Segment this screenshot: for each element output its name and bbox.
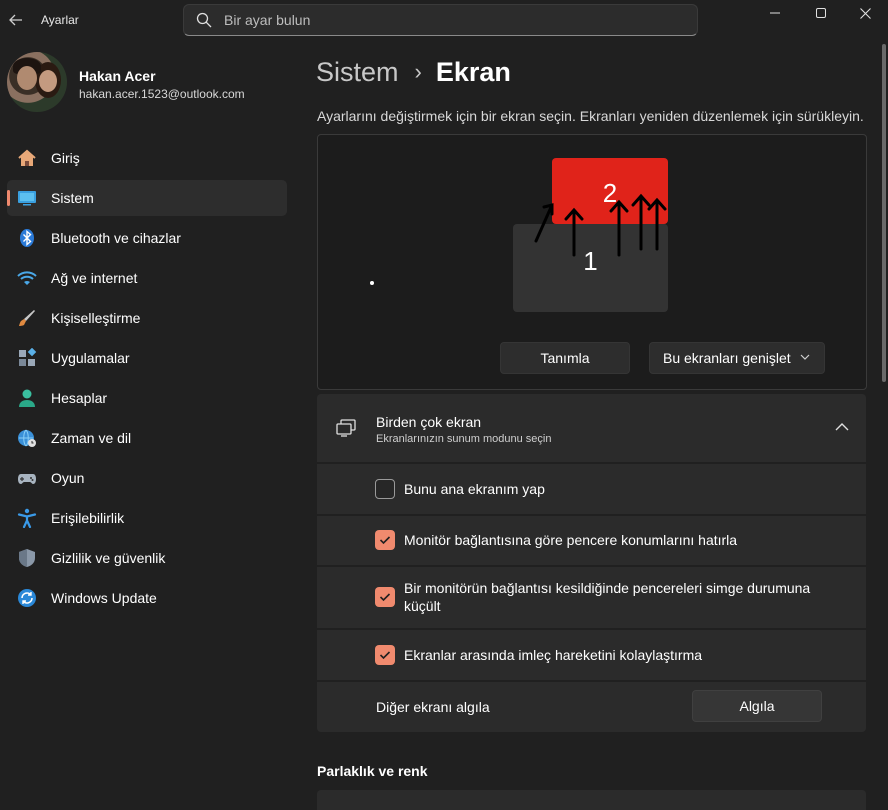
option-label: Bir monitörün bağlantısı kesildiğinde pe… xyxy=(404,580,811,614)
checkbox-main-display[interactable] xyxy=(375,479,395,499)
stray-dot xyxy=(370,281,374,285)
accessibility-icon xyxy=(17,508,37,528)
breadcrumb-separator: › xyxy=(414,59,422,84)
sidebar-item-label: Zaman ve dil xyxy=(51,430,132,446)
close-button[interactable] xyxy=(842,0,888,26)
search-input[interactable] xyxy=(224,9,684,31)
option-main-display: Bunu ana ekranım yap xyxy=(317,464,866,514)
option-label: Monitör bağlantısına göre pencere konuml… xyxy=(404,532,738,548)
multiple-displays-subtitle: Ekranlarınızın sunum modunu seçin xyxy=(376,433,552,445)
globe-clock-icon xyxy=(17,428,37,448)
back-arrow-icon xyxy=(9,14,22,26)
breadcrumb: Sistem › Ekran xyxy=(316,54,511,90)
minimize-icon xyxy=(770,12,780,14)
display-instruction: Ayarlarını değiştirmek için bir ekran se… xyxy=(317,108,864,124)
breadcrumb-parent[interactable]: Sistem xyxy=(316,57,399,88)
search-icon xyxy=(196,12,212,28)
checkmark-icon xyxy=(379,593,391,602)
brightness-color-section-title: Parlaklık ve renk xyxy=(317,763,428,779)
sidebar-item-label: Bluetooth ve cihazlar xyxy=(51,230,181,246)
checkmark-icon xyxy=(379,536,391,545)
sidebar-item-system[interactable]: Sistem xyxy=(7,180,287,216)
home-icon xyxy=(17,148,37,168)
update-icon xyxy=(17,588,37,608)
display-arrangement-panel: 1 2 Tanımla Bu ekranları genişlet xyxy=(317,134,867,390)
sidebar-item-accounts[interactable]: Hesaplar xyxy=(7,380,287,416)
search-box[interactable] xyxy=(183,4,698,36)
multiple-displays-card: Birden çok ekran Ekranlarınızın sunum mo… xyxy=(317,394,866,732)
detect-other-display-label: Diğer ekranı algıla xyxy=(376,699,490,715)
sidebar-item-label: Uygulamalar xyxy=(51,350,130,366)
sidebar-item-label: Giriş xyxy=(51,150,80,166)
option-minimize-on-disconnect: Bir monitörün bağlantısı kesildiğinde pe… xyxy=(317,567,866,628)
sidebar-item-gaming[interactable]: Oyun xyxy=(7,460,287,496)
app-title: Ayarlar xyxy=(41,13,79,27)
sidebar-item-label: Hesaplar xyxy=(51,390,108,406)
multiple-displays-icon xyxy=(336,419,356,437)
sidebar-item-privacy-security[interactable]: Gizlilik ve güvenlik xyxy=(7,540,287,576)
person-icon xyxy=(17,388,37,408)
identify-button[interactable]: Tanımla xyxy=(500,342,630,374)
minimize-button[interactable] xyxy=(752,0,798,26)
display-mode-dropdown[interactable]: Bu ekranları genişlet xyxy=(649,342,825,374)
option-label: Ekranlar arasında imleç hareketini kolay… xyxy=(404,647,703,663)
chevron-up-icon[interactable] xyxy=(834,420,850,434)
sidebar-item-network[interactable]: Ağ ve internet xyxy=(7,260,287,296)
system-display-icon xyxy=(17,188,37,208)
sidebar-item-bluetooth[interactable]: Bluetooth ve cihazlar xyxy=(7,220,287,256)
sidebar-item-windows-update[interactable]: Windows Update xyxy=(7,580,287,616)
multiple-displays-header[interactable]: Birden çok ekran Ekranlarınızın sunum mo… xyxy=(317,394,866,462)
maximize-button[interactable] xyxy=(798,0,844,26)
page-title: Ekran xyxy=(435,56,511,87)
chevron-down-icon xyxy=(800,354,810,360)
close-icon xyxy=(859,7,871,19)
option-label: Bunu ana ekranım yap xyxy=(404,481,545,497)
sidebar-item-label: Kişiselleştirme xyxy=(51,310,141,326)
sidebar-item-label: Erişilebilirlik xyxy=(51,510,125,526)
sidebar-item-label: Windows Update xyxy=(51,590,157,606)
sidebar-item-time-language[interactable]: Zaman ve dil xyxy=(7,420,287,456)
apps-icon xyxy=(17,348,37,368)
sidebar-item-label: Ağ ve internet xyxy=(51,270,138,286)
avatar xyxy=(7,52,67,112)
multiple-displays-title: Birden çok ekran xyxy=(376,414,482,430)
checkmark-icon xyxy=(379,651,391,660)
sidebar-item-home[interactable]: Giriş xyxy=(7,140,287,176)
profile-name: Hakan Acer xyxy=(79,68,156,84)
scrollbar[interactable] xyxy=(882,44,886,382)
bluetooth-icon xyxy=(17,228,37,248)
sidebar-item-personalization[interactable]: Kişiselleştirme xyxy=(7,300,287,336)
sidebar-item-label: Sistem xyxy=(51,190,94,206)
back-button[interactable] xyxy=(6,8,26,32)
detect-button[interactable]: Algıla xyxy=(692,690,822,722)
shield-icon xyxy=(17,548,37,568)
maximize-icon xyxy=(816,8,826,18)
gamepad-icon xyxy=(17,468,37,488)
brightness-card[interactable] xyxy=(317,790,866,810)
profile-email: hakan.acer.1523@outlook.com xyxy=(79,87,245,101)
detect-other-display-row: Diğer ekranı algıla Algıla xyxy=(317,682,866,732)
sidebar-item-label: Oyun xyxy=(51,470,85,486)
checkbox-minimize-on-disconnect[interactable] xyxy=(375,587,395,607)
wifi-icon xyxy=(17,268,37,288)
option-ease-cursor-movement: Ekranlar arasında imleç hareketini kolay… xyxy=(317,630,866,680)
sidebar-item-label: Gizlilik ve güvenlik xyxy=(51,550,166,566)
sidebar-item-accessibility[interactable]: Erişilebilirlik xyxy=(7,500,287,536)
brush-icon xyxy=(17,308,37,328)
checkbox-ease-cursor-movement[interactable] xyxy=(375,645,395,665)
display-mode-value: Bu ekranları genişlet xyxy=(663,350,791,366)
title-bar: Ayarlar xyxy=(0,0,888,44)
sidebar-item-apps[interactable]: Uygulamalar xyxy=(7,340,287,376)
sidebar-nav: Giriş Sistem Bluetooth ve cihazlar Ağ ve… xyxy=(7,140,287,620)
user-profile[interactable]: Hakan Acer hakan.acer.1523@outlook.com xyxy=(7,52,287,114)
checkbox-remember-window-positions[interactable] xyxy=(375,530,395,550)
option-remember-window-positions: Monitör bağlantısına göre pencere konuml… xyxy=(317,516,866,565)
